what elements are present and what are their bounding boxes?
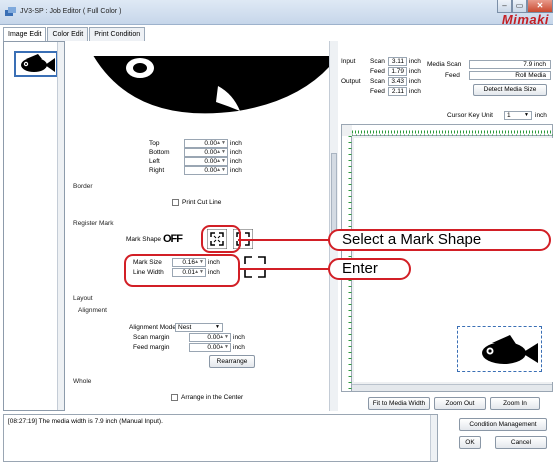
unit-label: inch bbox=[230, 149, 242, 156]
output-feed-value: 2.11 bbox=[388, 87, 407, 96]
right-margin-label: Right bbox=[149, 167, 165, 174]
print-cut-line-label: Print Cut Line bbox=[182, 199, 222, 206]
spinner-icon[interactable]: ▲▼ bbox=[216, 140, 226, 147]
fish-image bbox=[93, 56, 330, 114]
select-mark-shape-callout: Select a Mark Shape bbox=[328, 229, 551, 251]
unit-label: inch bbox=[233, 344, 245, 351]
input-scan-label: Scan bbox=[370, 58, 385, 65]
alignment-section-title: Alignment bbox=[78, 307, 107, 314]
spinner-icon[interactable]: ▲▼ bbox=[216, 167, 226, 174]
arrange-center-checkbox[interactable] bbox=[171, 394, 178, 401]
unit-label: inch bbox=[409, 58, 421, 65]
spinner-icon[interactable]: ▲▼ bbox=[216, 158, 226, 165]
selected-image-frame[interactable] bbox=[457, 326, 542, 372]
message-log: [08:27:19] The media width is 7.9 inch (… bbox=[3, 414, 438, 462]
canvas-horizontal-scrollbar[interactable] bbox=[352, 384, 552, 391]
ruler-ticks bbox=[352, 130, 553, 136]
right-margin-input[interactable]: 0.00 ▲▼ bbox=[184, 166, 228, 175]
unit-label: inch bbox=[230, 158, 242, 165]
border-section-title: Border bbox=[73, 183, 93, 190]
output-feed-label: Feed bbox=[370, 88, 385, 95]
spinner-icon[interactable]: ▲▼ bbox=[216, 149, 226, 156]
mark-size-highlight bbox=[124, 254, 240, 287]
ok-button[interactable]: OK bbox=[459, 436, 481, 449]
feed-margin-label: Feed margin bbox=[133, 344, 170, 351]
print-cut-line-checkbox[interactable] bbox=[172, 199, 179, 206]
input-label: Input bbox=[341, 58, 356, 65]
alignment-mode-label: Alignment Mode bbox=[129, 324, 176, 331]
thumbnail-list bbox=[3, 41, 65, 411]
top-margin-input[interactable]: 0.00 ▲▼ bbox=[184, 139, 228, 148]
whole-section-title: Whole bbox=[73, 378, 92, 385]
message-log-scrollbar[interactable] bbox=[430, 415, 437, 461]
unit-label: inch bbox=[233, 334, 245, 341]
job-thumbnail[interactable] bbox=[14, 51, 58, 77]
zoom-out-button[interactable]: Zoom Out bbox=[434, 397, 486, 410]
top-margin-label: Top bbox=[149, 140, 160, 147]
output-scan-label: Scan bbox=[370, 78, 385, 85]
left-margin-label: Left bbox=[149, 158, 160, 165]
unit-label: inch bbox=[409, 68, 421, 75]
media-feed-value: Roll Media bbox=[469, 71, 551, 80]
cursor-key-unit-suffix: inch bbox=[535, 112, 547, 119]
output-label: Output bbox=[341, 78, 361, 85]
unit-label: inch bbox=[230, 167, 242, 174]
media-feed-label: Feed bbox=[445, 72, 460, 79]
mimaki-logo: Mimaki bbox=[501, 12, 549, 27]
chevron-down-icon: ▼ bbox=[215, 324, 220, 330]
tab-print-condition[interactable]: Print Condition bbox=[89, 27, 146, 41]
unit-label: inch bbox=[409, 88, 421, 95]
spinner-icon[interactable]: ▲▼ bbox=[219, 334, 229, 341]
input-scan-value: 3.11 bbox=[388, 57, 407, 66]
tab-color-edit[interactable]: Color Edit bbox=[47, 27, 89, 41]
left-margin-input[interactable]: 0.00 ▲▼ bbox=[184, 157, 228, 166]
thumbnail-scrollbar[interactable] bbox=[57, 42, 64, 410]
fit-to-media-width-button[interactable]: Fit to Media Width bbox=[368, 397, 430, 410]
media-scan-value: 7.9 inch bbox=[469, 60, 551, 69]
scan-margin-label: Scan margin bbox=[133, 334, 170, 341]
mark-shape-label: Mark Shape bbox=[126, 236, 162, 243]
fish-placed-image bbox=[482, 335, 538, 364]
bottom-margin-input[interactable]: 0.00 ▲▼ bbox=[184, 148, 228, 157]
output-scan-value: 3.43 bbox=[388, 77, 407, 86]
app-icon bbox=[5, 7, 16, 16]
bottom-margin-label: Bottom bbox=[149, 149, 170, 156]
arrange-center-label: Arrange in the Center bbox=[181, 394, 244, 401]
settings-scrollbar[interactable] bbox=[329, 41, 338, 411]
cancel-button[interactable]: Cancel bbox=[495, 436, 547, 449]
mark-shape-off-option[interactable]: OFF bbox=[163, 228, 185, 250]
scrollbar-thumb[interactable] bbox=[331, 153, 337, 233]
layout-section-title: Layout bbox=[73, 295, 93, 302]
register-mark-section-title: Register Mark bbox=[73, 220, 114, 227]
media-scan-label: Media Scan bbox=[427, 61, 462, 68]
feed-margin-input[interactable]: 0.00 ▲▼ bbox=[189, 343, 231, 352]
scan-margin-input[interactable]: 0.00 ▲▼ bbox=[189, 333, 231, 342]
fish-thumbnail-icon bbox=[21, 54, 55, 72]
cursor-key-unit-label: Cursor Key Unit bbox=[447, 112, 493, 119]
alignment-mode-select[interactable]: Nest ▼ bbox=[175, 323, 223, 332]
mark-shape-highlight bbox=[201, 225, 241, 253]
title-bar: JV3-SP : Job Editor ( Full Color ) – ▭ ✕… bbox=[0, 0, 553, 27]
enter-callout: Enter bbox=[328, 258, 411, 280]
tab-image-edit[interactable]: Image Edit bbox=[3, 27, 47, 42]
input-feed-value: 1.79 bbox=[388, 67, 407, 76]
horizontal-ruler bbox=[352, 125, 553, 136]
size-info-panel: Input Scan 3.11 inch Feed 1.79 inch Outp… bbox=[339, 56, 553, 106]
detect-media-size-button[interactable]: Detect Media Size bbox=[473, 84, 547, 96]
status-message: [08:27:19] The media width is 7.9 inch (… bbox=[8, 418, 163, 425]
rearrange-button[interactable]: Rearrange bbox=[209, 355, 255, 368]
condition-management-button[interactable]: Condition Management bbox=[459, 418, 547, 431]
image-preview bbox=[68, 56, 330, 128]
unit-label: inch bbox=[230, 140, 242, 147]
window-title: JV3-SP : Job Editor ( Full Color ) bbox=[20, 8, 122, 15]
callout-leader-lines bbox=[238, 239, 332, 270]
chevron-down-icon: ▼ bbox=[524, 112, 529, 118]
zoom-in-button[interactable]: Zoom In bbox=[490, 397, 540, 410]
cursor-key-unit-select[interactable]: 1 ▼ bbox=[504, 111, 532, 120]
input-feed-label: Feed bbox=[370, 68, 385, 75]
unit-label: inch bbox=[409, 78, 421, 85]
spinner-icon[interactable]: ▲▼ bbox=[219, 344, 229, 351]
tab-bar: Image Edit Color Edit Print Condition bbox=[3, 27, 146, 42]
